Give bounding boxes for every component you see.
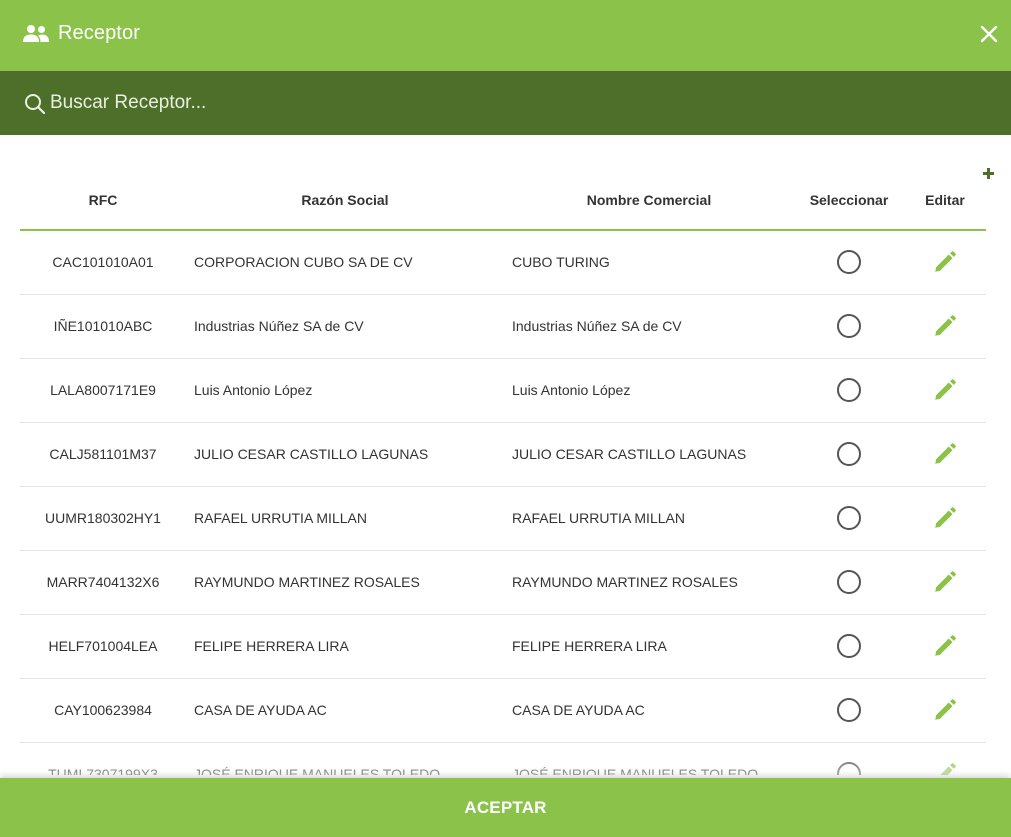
cell-nombre-comercial: RAFAEL URRUTIA MILLAN xyxy=(504,486,794,551)
column-header-razon-social: Razón Social xyxy=(186,170,504,231)
cell-razon-social: RAFAEL URRUTIA MILLAN xyxy=(186,486,504,551)
table-body: CAC101010A01 CORPORACION CUBO SA DE CV C… xyxy=(20,230,986,775)
cell-edit xyxy=(904,230,986,295)
column-header-editar: Editar xyxy=(904,170,986,231)
search-icon xyxy=(25,94,46,115)
cell-edit xyxy=(904,614,986,679)
cell-select xyxy=(794,486,904,551)
column-header-rfc: RFC xyxy=(20,170,186,231)
cell-edit xyxy=(904,422,986,487)
receptor-table: RFC Razón Social Nombre Comercial Selecc… xyxy=(20,170,986,775)
table-row[interactable]: CALJ581101M37 JULIO CESAR CASTILLO LAGUN… xyxy=(20,422,986,487)
cell-rfc: CAC101010A01 xyxy=(20,230,186,295)
cell-rfc: IÑE101010ABC xyxy=(20,294,186,359)
pencil-icon[interactable] xyxy=(932,633,958,659)
cell-select xyxy=(794,742,904,775)
cell-rfc: CALJ581101M37 xyxy=(20,422,186,487)
cell-edit xyxy=(904,358,986,423)
cell-select xyxy=(794,294,904,359)
cell-select xyxy=(794,358,904,423)
table-row[interactable]: TUML7307199X3 JOSÉ ENRIQUE MANUELES TOLE… xyxy=(20,742,986,775)
radio-unchecked-icon[interactable] xyxy=(837,378,861,402)
radio-unchecked-icon[interactable] xyxy=(837,634,861,658)
cell-razon-social: JULIO CESAR CASTILLO LAGUNAS xyxy=(186,422,504,487)
dialog-header: Receptor xyxy=(0,0,1011,71)
table-row[interactable]: HELF701004LEA FELIPE HERRERA LIRA FELIPE… xyxy=(20,614,986,679)
table-row[interactable]: LALA8007171E9 Luis Antonio López Luis An… xyxy=(20,358,986,423)
cell-rfc: LALA8007171E9 xyxy=(20,358,186,423)
radio-unchecked-icon[interactable] xyxy=(837,570,861,594)
cell-razon-social: FELIPE HERRERA LIRA xyxy=(186,614,504,679)
table-header-row: RFC Razón Social Nombre Comercial Selecc… xyxy=(20,170,986,231)
cell-razon-social: CORPORACION CUBO SA DE CV xyxy=(186,230,504,295)
pencil-icon[interactable] xyxy=(932,441,958,467)
cell-razon-social: Luis Antonio López xyxy=(186,358,504,423)
pencil-icon[interactable] xyxy=(932,249,958,275)
pencil-icon[interactable] xyxy=(932,569,958,595)
receptor-table-container[interactable]: RFC Razón Social Nombre Comercial Selecc… xyxy=(20,170,986,775)
cell-select xyxy=(794,422,904,487)
cell-select xyxy=(794,230,904,295)
radio-unchecked-icon[interactable] xyxy=(837,762,861,775)
column-header-seleccionar: Seleccionar xyxy=(794,170,904,231)
table-row[interactable]: UUMR180302HY1 RAFAEL URRUTIA MILLAN RAFA… xyxy=(20,486,986,551)
pencil-icon[interactable] xyxy=(932,761,958,775)
cell-edit xyxy=(904,550,986,615)
cell-edit xyxy=(904,742,986,775)
close-icon[interactable] xyxy=(979,24,999,44)
cell-nombre-comercial: JULIO CESAR CASTILLO LAGUNAS xyxy=(504,422,794,487)
dialog-title: Receptor xyxy=(58,22,140,44)
cell-select xyxy=(794,614,904,679)
radio-unchecked-icon[interactable] xyxy=(837,250,861,275)
cell-edit xyxy=(904,294,986,359)
accept-button[interactable]: ACEPTAR xyxy=(0,778,1011,837)
radio-unchecked-icon[interactable] xyxy=(837,442,861,466)
cell-razon-social: CASA DE AYUDA AC xyxy=(186,678,504,743)
cell-razon-social: RAYMUNDO MARTINEZ ROSALES xyxy=(186,550,504,615)
cell-razon-social: Industrias Núñez SA de CV xyxy=(186,294,504,359)
cell-rfc: CAY100623984 xyxy=(20,678,186,743)
pencil-icon[interactable] xyxy=(932,697,958,723)
cell-nombre-comercial: RAYMUNDO MARTINEZ ROSALES xyxy=(504,550,794,615)
pencil-icon[interactable] xyxy=(932,313,958,339)
people-icon xyxy=(23,25,49,42)
table-row[interactable]: CAY100623984 CASA DE AYUDA AC CASA DE AY… xyxy=(20,678,986,743)
radio-unchecked-icon[interactable] xyxy=(837,698,861,722)
cell-nombre-comercial: CASA DE AYUDA AC xyxy=(504,678,794,743)
pencil-icon[interactable] xyxy=(932,505,958,531)
accept-button-label: ACEPTAR xyxy=(464,797,547,817)
table-row[interactable]: MARR7404132X6 RAYMUNDO MARTINEZ ROSALES … xyxy=(20,550,986,615)
cell-select xyxy=(794,550,904,615)
search-bar xyxy=(0,71,1011,184)
cell-rfc: HELF701004LEA xyxy=(20,614,186,679)
pencil-icon[interactable] xyxy=(932,377,958,403)
cell-nombre-comercial: CUBO TURING xyxy=(504,230,794,295)
cell-nombre-comercial: JOSÉ ENRIQUE MANUELES TOLEDO xyxy=(504,742,794,775)
radio-unchecked-icon[interactable] xyxy=(837,314,861,338)
table-row[interactable]: IÑE101010ABC Industrias Núñez SA de CV I… xyxy=(20,294,986,359)
cell-nombre-comercial: FELIPE HERRERA LIRA xyxy=(504,614,794,679)
cell-nombre-comercial: Industrias Núñez SA de CV xyxy=(504,294,794,359)
cell-edit xyxy=(904,678,986,743)
cell-nombre-comercial: Luis Antonio López xyxy=(504,358,794,423)
cell-rfc: UUMR180302HY1 xyxy=(20,486,186,551)
cell-razon-social: JOSÉ ENRIQUE MANUELES TOLEDO xyxy=(186,742,504,775)
cell-select xyxy=(794,678,904,743)
cell-rfc: MARR7404132X6 xyxy=(20,550,186,615)
cell-edit xyxy=(904,486,986,551)
radio-unchecked-icon[interactable] xyxy=(837,506,861,530)
table-row[interactable]: CAC101010A01 CORPORACION CUBO SA DE CV C… xyxy=(20,230,986,295)
search-input[interactable] xyxy=(50,87,930,119)
cell-rfc: TUML7307199X3 xyxy=(20,742,186,775)
column-header-nombre-comercial: Nombre Comercial xyxy=(504,170,794,231)
